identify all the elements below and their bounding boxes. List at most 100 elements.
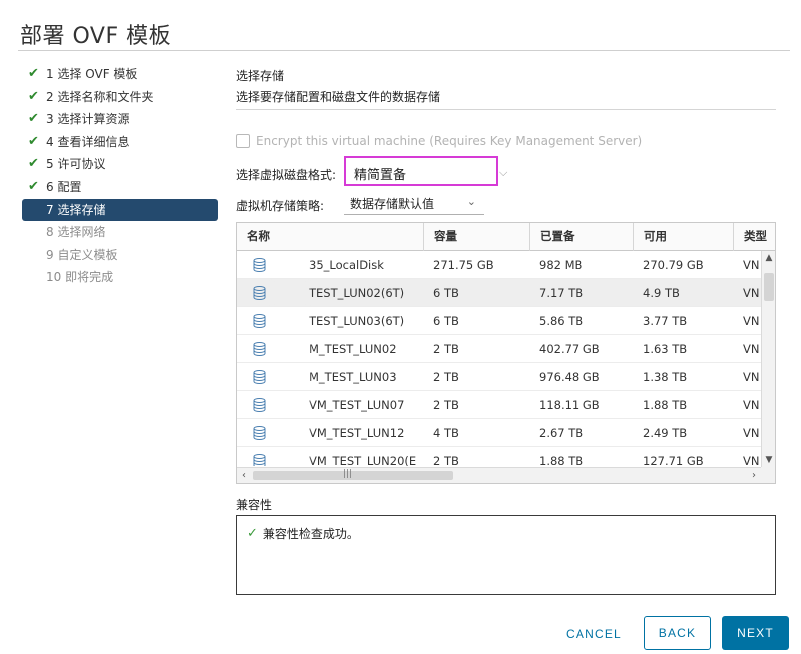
compatibility-label: 兼容性 [236, 498, 273, 512]
table-row[interactable]: VM_TEST_LUN07 2 TB 118.11 GB 1.88 TB VN [237, 391, 761, 419]
scroll-left-icon[interactable]: ‹ [237, 468, 251, 483]
cell-name: VM_TEST_LUN12 [309, 426, 405, 440]
cell-provisioned: 402.77 GB [539, 342, 600, 356]
encrypt-checkbox[interactable] [236, 134, 250, 148]
datastore-table: 名称 容量 已置备 可用 类型 35_LocalDisk 271.75 GB 982… [236, 222, 776, 484]
cell-type: VN [743, 314, 760, 328]
step-label: 5 许可协议 [46, 157, 106, 172]
section-divider [236, 109, 776, 110]
cell-capacity: 2 TB [433, 454, 459, 466]
step-label: 9 自定义模板 [46, 247, 118, 262]
column-header-provisioned[interactable]: 已置备 [529, 223, 633, 251]
check-icon: ✔ [28, 88, 39, 104]
cell-capacity: 2 TB [433, 342, 459, 356]
check-icon: ✔ [28, 66, 39, 81]
step-1[interactable]: ✔ 1 选择 OVF 模板 [26, 63, 218, 86]
cell-capacity: 4 TB [433, 426, 459, 440]
step-9: 9 自定义模板 [26, 244, 218, 267]
cell-capacity: 6 TB [433, 286, 459, 300]
cell-name: TEST_LUN02(6T) [309, 286, 405, 300]
chevron-down-icon[interactable]: ⌵ [499, 166, 507, 180]
back-button[interactable]: BACK [644, 616, 711, 650]
table-row[interactable]: M_TEST_LUN02 2 TB 402.77 GB 1.63 TB VN [237, 335, 761, 363]
cell-free: 270.79 GB [643, 258, 704, 272]
compatibility-text: 兼容性检查成功。 [262, 527, 359, 541]
column-header-name[interactable]: 名称 [237, 223, 423, 251]
wizard-steps: ✔ 1 选择 OVF 模板 ✔ 2 选择名称和文件夹 ✔ 3 选择计算资源 ✔ 4 查看… [22, 63, 218, 289]
step-label: 6 配置 [46, 179, 82, 194]
cell-type: VN [743, 258, 760, 272]
check-icon: ✔ [28, 133, 39, 149]
step-7-active[interactable]: 7 选择存储 [22, 198, 218, 222]
step-label: 10 即将完成 [46, 270, 114, 285]
check-icon: ✔ [28, 178, 39, 194]
table-row[interactable]: VM_TEST_LUN20(E 2 TB 1.88 TB 127.71 GB VN [237, 447, 761, 466]
table-body: 35_LocalDisk 271.75 GB 982 MB 270.79 GB VN TE… [237, 251, 761, 466]
table-row[interactable]: M_TEST_LUN03 2 TB 976.48 GB 1.38 TB VN [237, 363, 761, 391]
title-divider [18, 50, 790, 51]
step-4[interactable]: ✔ 4 查看详细信息 [26, 131, 218, 154]
cell-name: M_TEST_LUN03 [309, 370, 397, 384]
cell-type: VN [743, 286, 760, 300]
table-row[interactable]: VM_TEST_LUN12 4 TB 2.67 TB 2.49 TB VN [237, 419, 761, 447]
scroll-thumb[interactable] [764, 273, 774, 301]
cell-name: VM_TEST_LUN20(E [309, 454, 417, 466]
vertical-scrollbar[interactable]: ▲ ▼ [761, 251, 775, 467]
step-label: 3 选择计算资源 [46, 112, 130, 127]
column-header-capacity[interactable]: 容量 [423, 223, 529, 251]
check-icon: ✔ [28, 156, 39, 172]
disk-format-select[interactable]: 精简置备 [344, 156, 498, 186]
table-row[interactable]: TEST_LUN02(6T) 6 TB 7.17 TB 4.9 TB VN [237, 279, 761, 307]
encrypt-label: Encrypt this virtual machine (Requires K… [256, 134, 643, 148]
cell-type: VN [743, 342, 760, 356]
cell-free: 3.77 TB [643, 314, 688, 328]
cell-provisioned: 976.48 GB [539, 370, 600, 384]
cell-free: 127.71 GB [643, 454, 704, 466]
scroll-thumb[interactable] [253, 471, 453, 480]
compatibility-panel: ✓ 兼容性检查成功。 [236, 515, 776, 595]
storage-policy-label: 虚拟机存储策略: [236, 199, 325, 213]
cell-capacity: 6 TB [433, 314, 459, 328]
step-6[interactable]: ✔ 6 配置 [26, 176, 218, 199]
cell-capacity: 271.75 GB [433, 258, 494, 272]
table-row[interactable]: TEST_LUN03(6T) 6 TB 5.86 TB 3.77 TB VN [237, 307, 761, 335]
cell-capacity: 2 TB [433, 398, 459, 412]
cell-name: 35_LocalDisk [309, 258, 384, 272]
dialog-title: 部署 OVF 模板 [20, 24, 172, 49]
column-header-type[interactable]: 类型 [733, 223, 775, 251]
storage-policy-select[interactable]: 数据存储默认值 ⌄ [344, 195, 484, 215]
cell-free: 1.38 TB [643, 370, 688, 384]
cell-provisioned: 5.86 TB [539, 314, 584, 328]
redaction-mask [271, 310, 309, 332]
cell-provisioned: 2.67 TB [539, 426, 584, 440]
scroll-up-icon[interactable]: ▲ [762, 251, 775, 265]
chevron-down-icon: ⌄ [466, 195, 476, 208]
cell-free: 4.9 TB [643, 286, 680, 300]
redaction-mask [271, 422, 309, 444]
scroll-corner [761, 467, 775, 483]
step-2[interactable]: ✔ 2 选择名称和文件夹 [26, 86, 218, 109]
cell-name: TEST_LUN03(6T) [309, 314, 405, 328]
redaction-mask [271, 450, 309, 466]
cancel-button[interactable]: CANCEL [556, 621, 632, 647]
column-header-free[interactable]: 可用 [633, 223, 733, 251]
cell-type: VN [743, 454, 760, 466]
step-3[interactable]: ✔ 3 选择计算资源 [26, 108, 218, 131]
step-label: 2 选择名称和文件夹 [46, 89, 154, 104]
scroll-down-icon[interactable]: ▼ [762, 453, 775, 467]
step-5[interactable]: ✔ 5 许可协议 [26, 153, 218, 176]
redaction-mask [271, 366, 309, 388]
table-header: 名称 容量 已置备 可用 类型 [237, 223, 775, 251]
encrypt-option: Encrypt this virtual machine (Requires K… [236, 134, 642, 148]
table-row[interactable]: 35_LocalDisk 271.75 GB 982 MB 270.79 GB VN [237, 251, 761, 279]
step-label: 1 选择 OVF 模板 [46, 67, 138, 81]
section-heading: 选择存储 [236, 69, 285, 83]
cell-provisioned: 1.88 TB [539, 454, 584, 466]
redaction-mask [271, 394, 309, 416]
next-button[interactable]: NEXT [722, 616, 789, 650]
check-icon: ✓ [247, 526, 258, 541]
scroll-right-icon[interactable]: › [747, 468, 761, 483]
section-description: 选择要存储配置和磁盘文件的数据存储 [236, 90, 441, 104]
horizontal-scrollbar[interactable]: ‹ ||| › [237, 467, 761, 483]
cell-provisioned: 118.11 GB [539, 398, 600, 412]
